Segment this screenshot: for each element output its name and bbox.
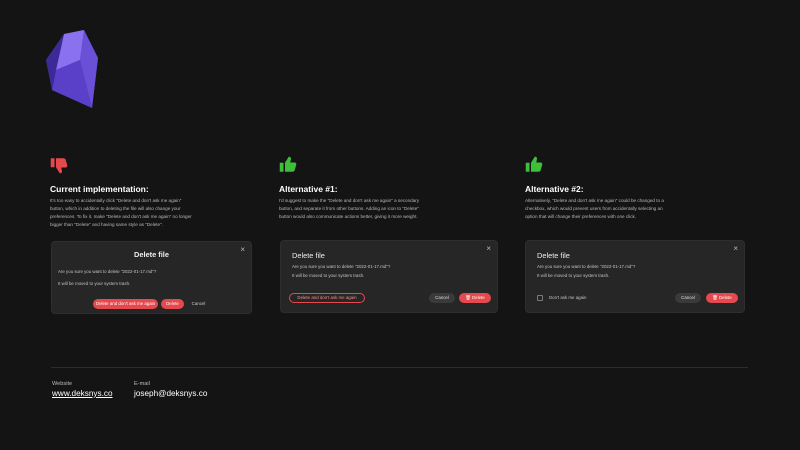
dont-ask-label[interactable]: Don't ask me again [549, 295, 586, 300]
website-link[interactable]: www.deksnys.co [52, 389, 113, 398]
column-current: Current implementation: It's too easy to… [50, 156, 255, 231]
dialog-title: Delete file [134, 250, 169, 259]
website-label: Website [52, 381, 73, 387]
column-title: Alternative #2: [525, 184, 584, 194]
delete-dont-ask-button[interactable]: Delete and don't ask me again [93, 299, 158, 309]
dialog-note: It will be moved to your system trash. [292, 273, 365, 278]
dialog-title: Delete file [292, 251, 325, 260]
column-title: Alternative #1: [279, 184, 338, 194]
cancel-button[interactable]: Cancel [187, 299, 210, 309]
close-icon[interactable]: × [486, 244, 491, 253]
dialog-question: Are you sure you want to delete "2022-01… [537, 264, 636, 269]
cancel-button[interactable]: Cancel [429, 293, 455, 303]
dialog-note: It will be moved to your system trash. [537, 273, 610, 278]
dialog-title: Delete file [537, 251, 570, 260]
email-label: E-mail [134, 381, 150, 387]
thumbs-down-icon [50, 158, 68, 174]
trash-icon: 🗑 [712, 295, 718, 300]
email-link[interactable]: joseph@deksnys.co [134, 389, 207, 398]
footer-divider [51, 367, 748, 368]
delete-button[interactable]: 🗑Delete [706, 293, 738, 303]
delete-dialog-alternative-2: × Delete file Are you sure you want to d… [525, 240, 745, 313]
footer-email: E-mail joseph@deksnys.co [134, 381, 207, 398]
footer-website: Website www.deksnys.co [52, 381, 113, 398]
delete-dont-ask-button[interactable]: Delete and don't ask me again [289, 293, 365, 303]
delete-dialog-alternative-1: × Delete file Are you sure you want to d… [280, 240, 498, 313]
trash-icon: 🗑 [465, 295, 471, 300]
delete-button[interactable]: Delete [161, 299, 184, 309]
column-title: Current implementation: [50, 184, 149, 194]
dialog-question: Are you sure you want to delete "2022-01… [292, 264, 391, 269]
delete-dialog-current: × Delete file Are you sure you want to d… [51, 241, 252, 314]
delete-button[interactable]: 🗑Delete [459, 293, 491, 303]
dialog-question: Are you sure you want to delete "2022-01… [58, 269, 157, 274]
column-description: It's too easy to accidentally click "Del… [50, 198, 192, 227]
dont-ask-checkbox[interactable] [537, 295, 543, 301]
dialog-note: It will be moved to your system trash. [58, 281, 131, 286]
cancel-button[interactable]: Cancel [675, 293, 701, 303]
column-description: I'd suggest to make the "Delete and don'… [279, 198, 420, 219]
column-alternative-1: Alternative #1: I'd suggest to make the … [279, 156, 494, 231]
thumbs-up-icon [279, 156, 297, 172]
close-icon[interactable]: × [733, 244, 738, 253]
obsidian-logo-icon [46, 30, 98, 108]
column-alternative-2: Alternative #2: Alternatively, "Delete a… [525, 156, 750, 231]
column-description: Alternatively, "Delete and don't ask me … [525, 198, 664, 219]
thumbs-up-icon [525, 156, 543, 172]
